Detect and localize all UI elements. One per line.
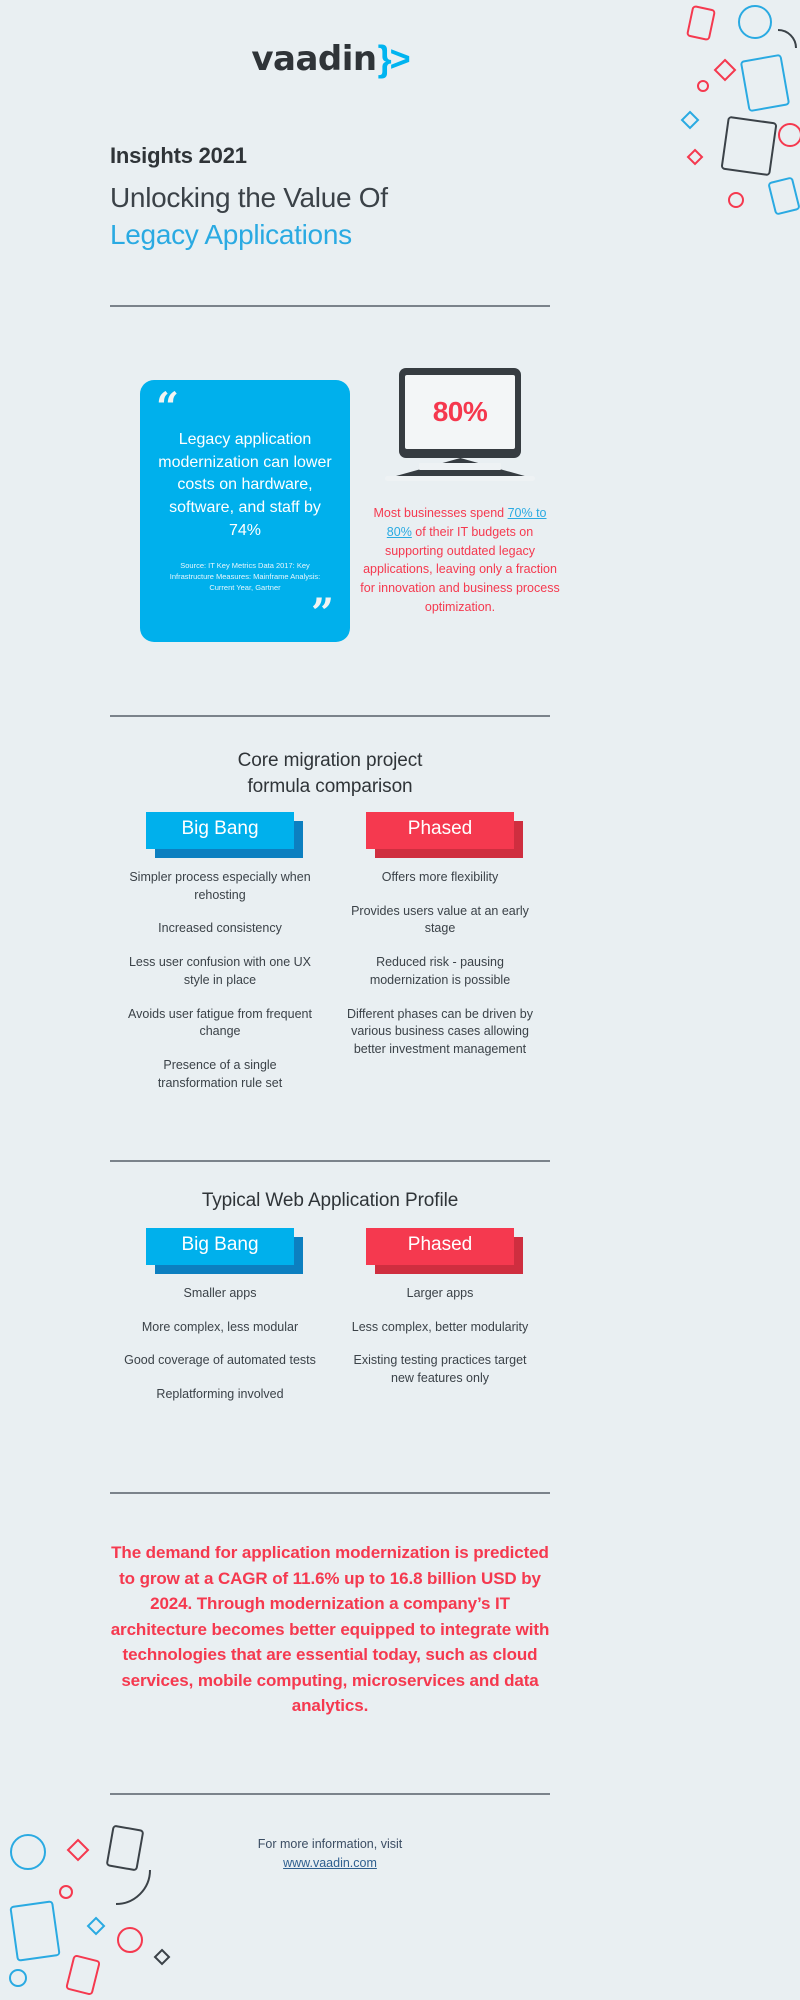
badge-phased-label: Phased	[366, 1228, 514, 1265]
list-item: Replatforming involved	[156, 1387, 284, 1402]
divider-3	[110, 1160, 550, 1162]
list-item: Avoids user fatigue from frequent change	[128, 1006, 312, 1039]
core-title-line-2: formula comparison	[247, 775, 413, 797]
divider-1	[110, 305, 550, 307]
list-item: Provides users value at an early stage	[351, 903, 529, 936]
quote-close-icon: ”	[310, 590, 334, 637]
closing-statement: The demand for application modernization…	[110, 1543, 550, 1715]
list-item: Presence of a single transformation rule…	[157, 1058, 283, 1090]
logo-wordmark: vaadin	[251, 39, 377, 79]
section-title-profile: Typical Web Application Profile	[201, 1190, 459, 1211]
footer-link[interactable]: www.vaadin.com	[283, 1856, 377, 1870]
stat-note-before: Most businesses spend	[373, 506, 508, 520]
footer: For more information, visit www.vaadin.c…	[110, 1835, 550, 1873]
list-item: Larger apps	[406, 1285, 474, 1300]
laptop-icon: 80%	[385, 368, 535, 482]
badge-phased-label: Phased	[366, 812, 514, 849]
list-item: More complex, less modular	[141, 1319, 299, 1334]
laptop-screen: 80%	[399, 368, 521, 458]
section-title-core-migration: Core migration project formula compariso…	[110, 748, 550, 799]
badge-big-bang-label: Big Bang	[146, 1228, 294, 1265]
core-column-phased: Phased Offers more flexibility Provides …	[330, 812, 550, 1109]
headline-line-1: Unlocking the Value Of	[110, 182, 388, 213]
stat-note: Most businesses spend 70% to 80% of thei…	[360, 504, 560, 617]
laptop-base	[385, 458, 535, 482]
core-title-line-1: Core migration project	[237, 750, 423, 771]
decorative-doodles-top-right	[680, 5, 800, 215]
list-item: Different phases can be driven by variou…	[347, 1006, 533, 1057]
list-item: Less complex, better modularity	[351, 1319, 529, 1334]
core-column-big-bang: Big Bang Simpler process especially when…	[110, 812, 330, 1109]
divider-2	[110, 715, 550, 717]
profile-column-big-bang: Big Bang Smaller apps More complex, less…	[110, 1228, 330, 1420]
badge-phased[interactable]: Phased	[366, 812, 523, 858]
logo-bracket-icon: }>	[377, 38, 411, 79]
divider-5	[110, 1793, 550, 1795]
stat-percentage: 80%	[432, 396, 488, 427]
kicker: Insights 2021	[110, 143, 247, 168]
badge-big-bang[interactable]: Big Bang	[146, 1228, 303, 1274]
profile-comparison: Big Bang Smaller apps More complex, less…	[110, 1228, 550, 1420]
list-item: Increased consistency	[158, 921, 282, 936]
divider-4	[110, 1492, 550, 1494]
badge-big-bang[interactable]: Big Bang	[146, 812, 303, 858]
page-title: Unlocking the Value Of Legacy Applicatio…	[110, 180, 550, 254]
quote-source: Source: IT Key Metrics Data 2017: Key In…	[169, 561, 321, 593]
infographic-page: vaadin }> Insights 2021 Unlocking the Va…	[0, 0, 800, 2000]
quote-card: “ Legacy application modernization can l…	[140, 380, 350, 642]
list-item: Less user confusion with one UX style in…	[128, 955, 312, 987]
footer-text: For more information, visit	[257, 1837, 403, 1851]
list-item: Offers more flexibility	[381, 869, 499, 884]
list-item: Simpler process especially when rehostin…	[129, 869, 311, 902]
stat-block: 80% Most businesses spend 70% to 80% of …	[360, 368, 560, 617]
profile-column-phased: Phased Larger apps Less complex, better …	[330, 1228, 550, 1420]
badge-phased[interactable]: Phased	[366, 1228, 523, 1274]
list-item: Smaller apps	[183, 1285, 257, 1300]
quote-open-icon: “	[156, 384, 180, 431]
brand-logo: vaadin }>	[110, 38, 550, 80]
decorative-doodles-bottom-left	[9, 1825, 171, 1996]
list-item: Reduced risk - pausing modernization is …	[369, 955, 511, 987]
list-item: Existing testing practices target new fe…	[353, 1353, 527, 1386]
headline-line-2: Legacy Applications	[110, 218, 352, 250]
badge-big-bang-label: Big Bang	[146, 812, 294, 849]
quote-text: Legacy application modernization can low…	[158, 430, 332, 539]
core-migration-comparison: Big Bang Simpler process especially when…	[110, 812, 550, 1109]
list-item: Good coverage of automated tests	[124, 1353, 316, 1368]
